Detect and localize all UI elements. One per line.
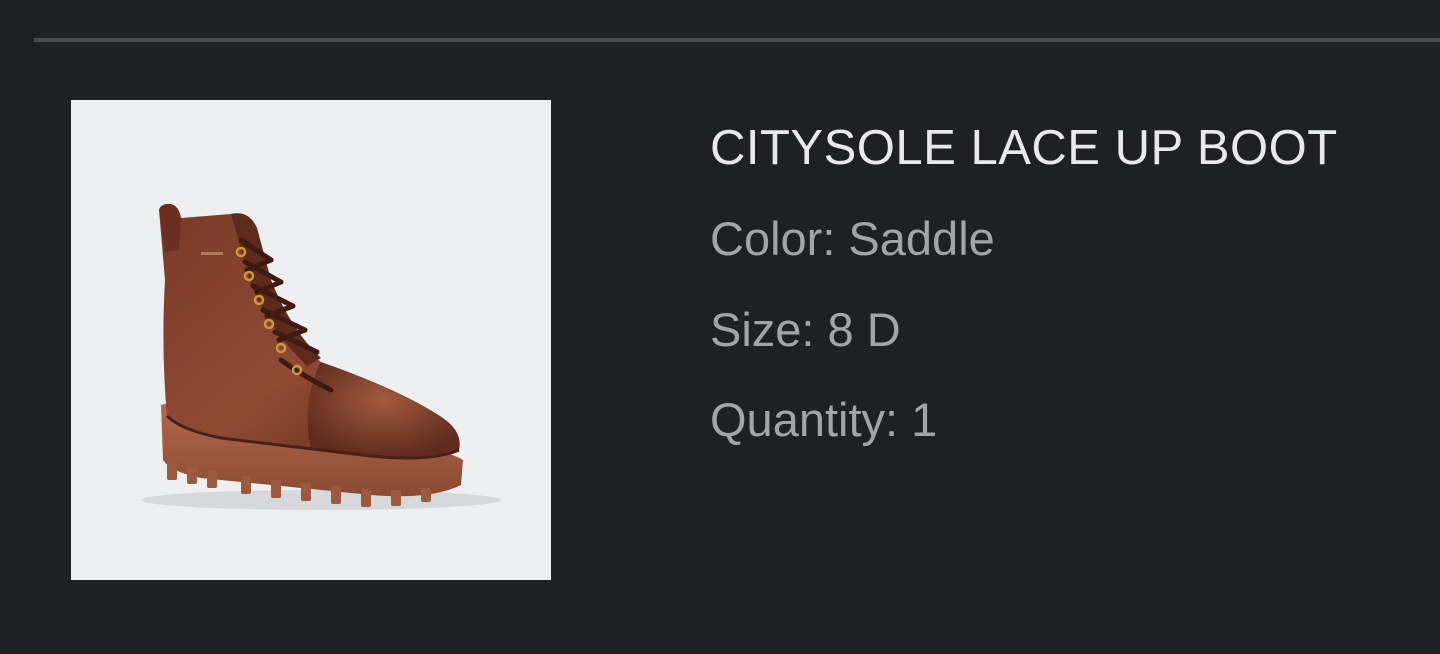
boot-icon xyxy=(141,203,501,510)
product-name[interactable]: CITYSOLE LACE UP BOOT xyxy=(710,118,1430,178)
product-color: Color: Saddle xyxy=(710,212,995,265)
order-item-card: CITYSOLE LACE UP BOOT Color: Saddle Size… xyxy=(0,0,1440,654)
top-divider xyxy=(34,38,1440,42)
product-size: Size: 8 D xyxy=(710,303,901,356)
product-details: CITYSOLE LACE UP BOOT Color: Saddle Size… xyxy=(710,118,1430,448)
product-quantity: Quantity: 1 xyxy=(710,393,938,446)
product-image[interactable] xyxy=(71,100,551,580)
